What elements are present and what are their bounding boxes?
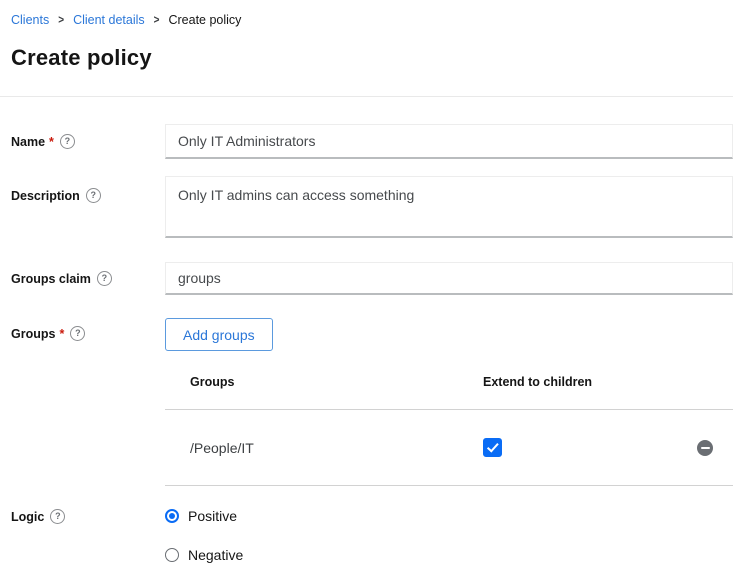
name-input[interactable] [165,124,733,159]
breadcrumb: Clients > Client details > Create policy [11,13,733,27]
form-row-groups: Groups * ? Add groups Groups Extend to c… [11,318,733,486]
groups-label: Groups * ? [11,318,165,341]
required-indicator: * [49,135,54,149]
logic-label-text: Logic [11,510,44,524]
extend-to-children-cell [483,410,678,486]
groups-table: Groups Extend to children /People/IT [165,362,733,486]
negative-radio[interactable] [165,548,179,562]
group-path-cell: /People/IT [165,410,483,486]
breadcrumb-separator-icon: > [154,14,160,27]
form-row-description: Description ? Only IT admins can access … [11,176,733,238]
extend-to-children-checkbox[interactable] [483,438,502,457]
groups-claim-label-text: Groups claim [11,272,91,286]
logic-radio-group: Positive Negative [165,508,733,563]
required-indicator: * [59,327,64,341]
actions-column-header [678,362,733,410]
description-textarea[interactable]: Only IT admins can access something [165,176,733,238]
logic-label: Logic ? [11,508,165,524]
breadcrumb-separator-icon: > [58,14,64,27]
groups-claim-input[interactable] [165,262,733,295]
form-row-name: Name * ? [11,124,733,159]
add-groups-button[interactable]: Add groups [165,318,273,351]
groups-field: Add groups Groups Extend to children /Pe… [165,318,733,486]
row-actions-cell [678,410,733,486]
positive-radio-label: Positive [188,508,237,524]
groups-label-text: Groups [11,327,55,341]
logic-option-positive[interactable]: Positive [165,508,733,524]
create-policy-form: Name * ? Description ? Only IT admins ca… [0,97,733,563]
page-title: Create policy [11,45,733,71]
extend-to-children-column-header: Extend to children [483,362,678,410]
groups-table-header-row: Groups Extend to children [165,362,733,410]
name-label-text: Name [11,135,45,149]
breadcrumb-link-client-details[interactable]: Client details [73,13,145,27]
form-row-logic: Logic ? Positive Negative [11,508,733,563]
form-row-groups-claim: Groups claim ? [11,262,733,295]
description-label-text: Description [11,189,80,203]
negative-radio-label: Negative [188,547,243,563]
help-icon[interactable]: ? [70,326,85,341]
description-label: Description ? [11,176,165,203]
name-label: Name * ? [11,134,165,149]
help-icon[interactable]: ? [97,271,112,286]
positive-radio[interactable] [165,509,179,523]
groups-column-header: Groups [165,362,483,410]
remove-group-icon[interactable] [697,440,713,456]
breadcrumb-link-clients[interactable]: Clients [11,13,49,27]
help-icon[interactable]: ? [60,134,75,149]
table-row: /People/IT [165,410,733,486]
breadcrumb-current-page: Create policy [168,13,241,27]
groups-claim-label: Groups claim ? [11,271,165,286]
help-icon[interactable]: ? [86,188,101,203]
logic-option-negative[interactable]: Negative [165,547,733,563]
help-icon[interactable]: ? [50,509,65,524]
